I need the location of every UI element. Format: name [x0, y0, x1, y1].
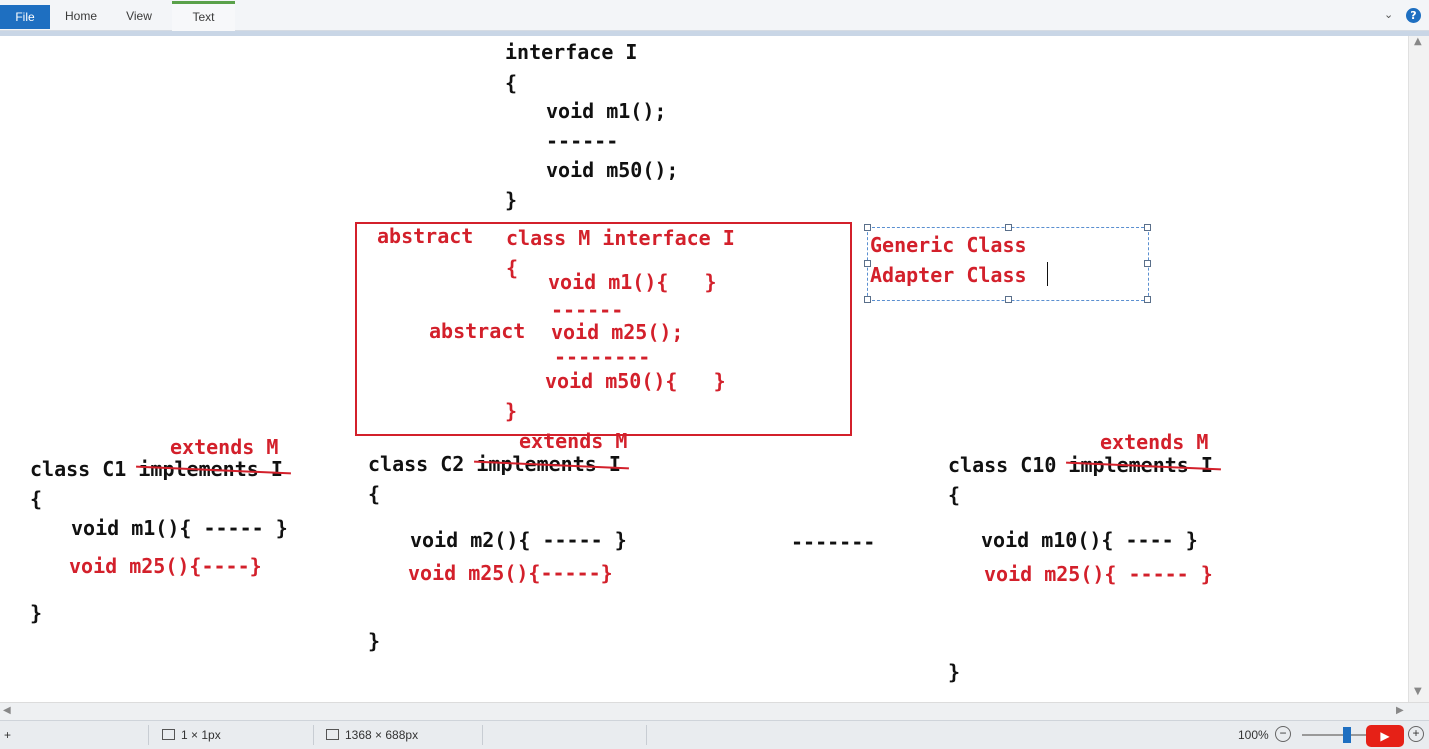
interface-declaration: interface I: [505, 40, 638, 64]
zoom-out-button[interactable]: −: [1275, 726, 1291, 742]
c1-brace-open: {: [30, 487, 43, 511]
selection-size: 1 × 1px: [181, 728, 221, 742]
scroll-right-icon[interactable]: ▶: [1396, 705, 1404, 716]
abstract-dashes-2: --------: [554, 345, 651, 369]
c10-brace-close: }: [948, 660, 961, 684]
c1-brace-close: }: [30, 601, 43, 625]
resize-handle[interactable]: [1005, 296, 1012, 303]
image-size-icon: [326, 729, 339, 740]
c10-implements-struck: implements I: [1068, 453, 1213, 477]
move-cursor-icon: +: [4, 728, 12, 742]
tab-text[interactable]: Text: [172, 1, 235, 31]
note-generic-class: Generic Class: [870, 233, 1027, 257]
resize-handle[interactable]: [864, 296, 871, 303]
abstract-method-m1: void m1(){ }: [548, 270, 717, 294]
resize-handle[interactable]: [864, 224, 871, 231]
resize-handle[interactable]: [1144, 260, 1151, 267]
ribbon-tab-bar: File Home View Text ⌄ ?: [0, 0, 1429, 31]
interface-brace-open: {: [505, 71, 518, 95]
ellipsis-dashes: -------: [791, 530, 876, 554]
scroll-up-icon[interactable]: ▲: [1414, 36, 1422, 47]
help-icon[interactable]: ?: [1406, 8, 1421, 23]
interface-dashes: ------: [546, 129, 619, 153]
c1-implements-struck: implements I: [138, 457, 283, 481]
chevron-down-icon[interactable]: ⌄: [1384, 8, 1393, 21]
c2-header: class C2 implements I: [368, 452, 621, 476]
image-size: 1368 × 688px: [345, 728, 419, 742]
zoom-slider-thumb[interactable]: [1343, 727, 1351, 743]
c2-extends: extends M: [519, 429, 628, 453]
status-divider: [482, 725, 483, 745]
c2-method-m2: void m2(){ ----- }: [410, 528, 627, 552]
tab-view[interactable]: View: [114, 4, 164, 28]
zoom-in-button[interactable]: +: [1408, 726, 1424, 742]
c2-method-m25: void m25(){-----}: [408, 561, 613, 585]
c10-method-m25: void m25(){ ----- }: [984, 562, 1213, 586]
abstract-dashes-1: ------: [551, 298, 624, 322]
status-divider: [148, 725, 149, 745]
selection-icon: [162, 729, 175, 740]
resize-handle[interactable]: [1144, 224, 1151, 231]
abstract-brace-close: }: [505, 399, 518, 423]
abstract-class-header: class M interface I: [506, 226, 735, 250]
c10-header: class C10 implements I: [948, 453, 1213, 477]
c10-class-name: class C10: [948, 453, 1069, 477]
resize-handle[interactable]: [1005, 224, 1012, 231]
vertical-scrollbar[interactable]: ▲ ▼: [1408, 36, 1429, 702]
abstract-brace-open: {: [506, 256, 519, 280]
c1-extends: extends M: [170, 435, 279, 459]
scroll-left-icon[interactable]: ◀: [3, 705, 11, 716]
c2-implements-struck: implements I: [476, 452, 621, 476]
c2-brace-open: {: [368, 482, 381, 506]
c2-class-name: class C2: [368, 452, 477, 476]
tab-file[interactable]: File: [0, 5, 50, 29]
scroll-down-icon[interactable]: ▼: [1414, 686, 1422, 697]
abstract-method-m25: void m25();: [551, 320, 684, 344]
resize-handle[interactable]: [1144, 296, 1151, 303]
status-divider: [313, 725, 314, 745]
status-divider: [646, 725, 647, 745]
c10-method-m10: void m10(){ ---- }: [981, 528, 1198, 552]
c1-header: class C1 implements I: [30, 457, 283, 481]
zoom-level: 100%: [1238, 728, 1269, 742]
abstract-method-m50: void m50(){ }: [545, 369, 726, 393]
c1-method-m1: void m1(){ ----- }: [71, 516, 288, 540]
abstract-keyword-class: abstract: [377, 224, 474, 248]
c1-class-name: class C1: [30, 457, 139, 481]
play-icon[interactable]: ▶: [1366, 725, 1404, 747]
status-bar: + 1 × 1px 1368 × 688px 100% − ▶ +: [0, 720, 1429, 749]
c10-extends: extends M: [1100, 430, 1209, 454]
c1-method-m25: void m25(){----}: [69, 554, 262, 578]
text-caret: [1047, 262, 1048, 286]
interface-brace-close: }: [505, 188, 518, 212]
horizontal-scrollbar[interactable]: ◀ ▶: [0, 702, 1429, 721]
interface-method-m50: void m50();: [546, 158, 679, 182]
interface-method-m1: void m1();: [546, 99, 667, 123]
note-adapter-class: Adapter Class: [870, 263, 1027, 287]
abstract-keyword-method: abstract: [429, 319, 526, 343]
c10-brace-open: {: [948, 483, 961, 507]
c2-brace-close: }: [368, 629, 381, 653]
tab-home[interactable]: Home: [56, 4, 106, 28]
